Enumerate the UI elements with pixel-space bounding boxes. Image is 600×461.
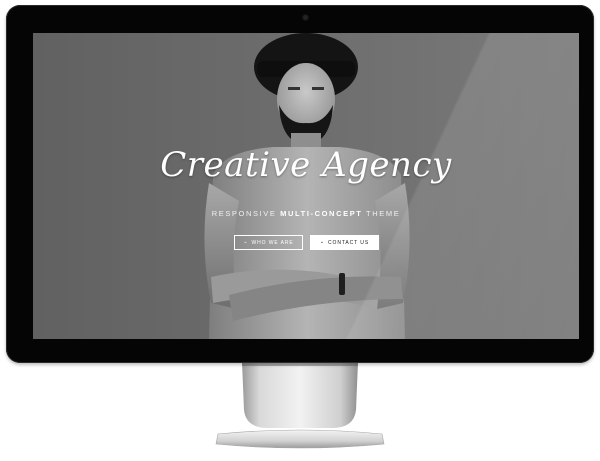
- hero-subtitle: RESPONSIVE MULTI-CONCEPT THEME: [33, 209, 579, 218]
- subtitle-prefix: RESPONSIVE: [211, 209, 277, 218]
- contact-us-button[interactable]: ⌄ CONTACT US: [310, 235, 379, 250]
- hero-title: Creative Agency: [160, 145, 452, 185]
- who-we-are-label: WHO WE ARE: [251, 239, 294, 246]
- monitor-stand-neck: [242, 362, 358, 428]
- imac-mockup: Creative Agency RESPONSIVE MULTI-CONCEPT…: [0, 0, 600, 461]
- subtitle-suffix: THEME: [366, 209, 401, 218]
- chevron-down-icon: ⌄: [243, 239, 249, 245]
- hero-person-image: [204, 33, 410, 339]
- website-screen: Creative Agency RESPONSIVE MULTI-CONCEPT…: [33, 33, 579, 339]
- chevron-down-icon: ⌄: [319, 239, 326, 245]
- subtitle-bold: MULTI-CONCEPT: [280, 209, 363, 218]
- who-we-are-button[interactable]: ⌄ WHO WE ARE: [234, 235, 303, 250]
- monitor-bezel: Creative Agency RESPONSIVE MULTI-CONCEPT…: [6, 5, 594, 363]
- webcam-icon: [303, 15, 308, 20]
- contact-us-label: CONTACT US: [328, 239, 370, 246]
- monitor-stand-base: [215, 429, 385, 449]
